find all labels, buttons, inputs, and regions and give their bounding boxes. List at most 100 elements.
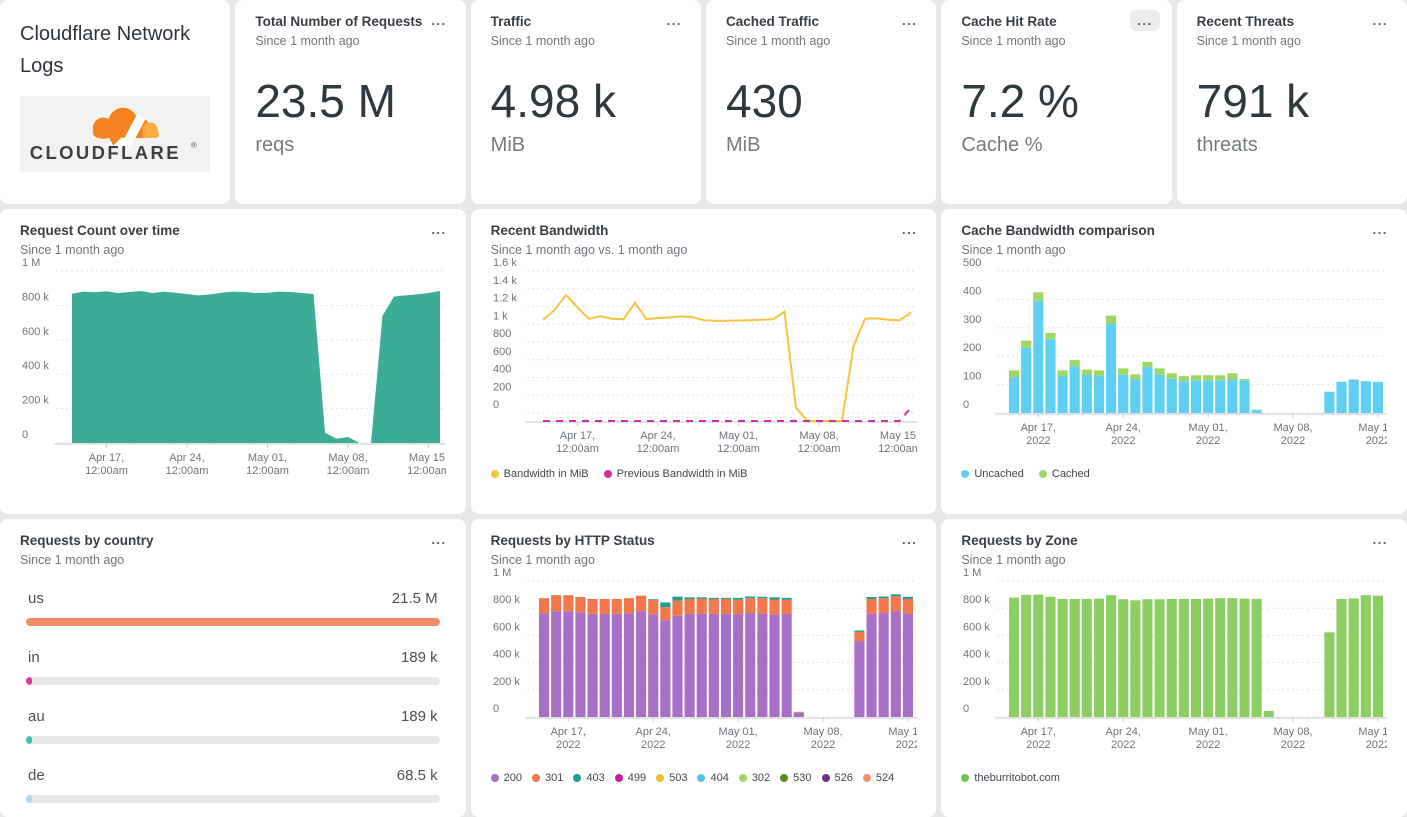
svg-text:1.2 k: 1.2 k [493, 293, 517, 305]
legend-dot-icon [615, 774, 623, 782]
svg-text:200 k: 200 k [22, 395, 49, 407]
svg-text:1.6 k: 1.6 k [493, 257, 517, 269]
bar-segment [1094, 371, 1104, 377]
panel-menu-button[interactable]: ... [424, 10, 453, 31]
legend-item[interactable]: 530 [780, 772, 811, 784]
svg-text:Apr 24,2022: Apr 24,2022 [635, 726, 670, 751]
legend-item[interactable]: 499 [615, 772, 646, 784]
bar-segment [1021, 595, 1031, 717]
legend-item[interactable]: Uncached [961, 468, 1024, 480]
country-label: de [28, 767, 45, 784]
svg-text:May 15,12:00am: May 15,12:00am [878, 430, 917, 455]
panel-menu-button[interactable]: ... [895, 529, 924, 550]
bar-segment [866, 614, 876, 717]
chart-panel-http-status: ... Requests by HTTP Status Since 1 mont… [471, 519, 937, 817]
cache-bandwidth-chart: 5004003002001000Apr 17,2022Apr 24,2022Ma… [961, 257, 1387, 464]
panel-menu-button[interactable]: ... [895, 219, 924, 240]
bar-segment [854, 641, 864, 717]
stat-value: 791 k [1197, 74, 1387, 128]
chart-panel-cache-bandwidth: ... Cache Bandwidth comparison Since 1 m… [941, 209, 1407, 514]
stat-panel-recent-threats: ... Recent Threats Since 1 month ago 791… [1177, 0, 1407, 204]
stat-title: Traffic [491, 14, 681, 31]
legend-item[interactable]: theburritobot.com [961, 772, 1060, 784]
country-label: au [28, 708, 45, 725]
chart-panel-request-count: ... Request Count over time Since 1 mont… [0, 209, 466, 514]
legend-label: Uncached [974, 468, 1024, 480]
bar-segment [1373, 382, 1383, 413]
legend-item[interactable]: 403 [573, 772, 604, 784]
panel-menu-button[interactable]: ... [1366, 529, 1395, 550]
country-bar-fill [26, 736, 32, 744]
svg-text:1 M: 1 M [22, 257, 40, 269]
panel-menu-button[interactable]: ... [895, 10, 924, 31]
country-row-au: au 189 k [26, 708, 440, 744]
legend-item[interactable]: Bandwidth in MiB [491, 468, 589, 480]
bar-segment [1131, 375, 1141, 380]
area-series [72, 291, 440, 443]
stat-unit: Cache % [961, 134, 1151, 157]
http-status-legend: 200 301 403 499 503 404 302 530 526 524 [491, 772, 917, 784]
legend-label: 200 [504, 772, 522, 784]
legend-item[interactable]: 404 [697, 772, 728, 784]
svg-text:800: 800 [493, 328, 511, 340]
panel-menu-button[interactable]: ... [660, 10, 689, 31]
svg-text:May 01,2022: May 01,2022 [1189, 726, 1228, 751]
bar-segment [721, 599, 731, 614]
bar-segment [1046, 597, 1056, 717]
svg-text:May 15,2022: May 15,2022 [1359, 422, 1388, 447]
bar-segment [1179, 381, 1189, 413]
bar-segment [1118, 599, 1128, 717]
legend-dot-icon [863, 774, 871, 782]
panel-menu-button[interactable]: ... [1130, 10, 1159, 31]
bar-segment [660, 620, 670, 717]
bar-segment [672, 600, 682, 615]
bar-segment [648, 599, 658, 600]
legend-item[interactable]: 302 [739, 772, 770, 784]
bar-segment [1131, 380, 1141, 414]
legend-item[interactable]: 503 [656, 772, 687, 784]
stat-unit: MiB [491, 134, 681, 157]
legend-item[interactable]: 526 [822, 772, 853, 784]
svg-text:Apr 17,2022: Apr 17,2022 [550, 726, 585, 751]
bar-segment [1118, 375, 1128, 413]
legend-item[interactable]: Cached [1039, 468, 1090, 480]
bar-segment [1046, 339, 1056, 413]
legend-label: theburritobot.com [974, 772, 1060, 784]
legend-item[interactable]: 524 [863, 772, 894, 784]
panel-menu-button[interactable]: ... [1366, 219, 1395, 240]
country-bar-fill [26, 677, 32, 685]
bar-segment [757, 597, 767, 598]
panel-menu-button[interactable]: ... [424, 529, 453, 550]
chart-title: Requests by HTTP Status [491, 533, 917, 550]
bar-segment [890, 611, 900, 717]
bar-segment [733, 598, 743, 600]
country-value: 189 k [401, 708, 438, 725]
svg-text:May 08,12:00am: May 08,12:00am [797, 430, 840, 455]
cloudflare-logo-graphic: CLOUDFLARE ® [20, 96, 210, 172]
bar-segment [1082, 375, 1092, 413]
request-count-svg: 1 M800 k600 k400 k200 k0Apr 17,12:00amAp… [20, 257, 446, 489]
svg-text:1 M: 1 M [493, 567, 511, 579]
legend-item[interactable]: 301 [532, 772, 563, 784]
bar-segment [708, 599, 718, 614]
panel-menu-button[interactable]: ... [1366, 10, 1395, 31]
svg-text:May 08,12:00am: May 08,12:00am [327, 452, 370, 477]
legend-dot-icon [961, 774, 969, 782]
bar-segment [1337, 382, 1347, 413]
bar-segment [721, 614, 731, 717]
bar-segment [1106, 324, 1116, 413]
bar-segment [1034, 292, 1044, 301]
legend-item[interactable]: Previous Bandwidth in MiB [604, 468, 748, 480]
bar-segment [1070, 599, 1080, 717]
bar-segment [1009, 598, 1019, 717]
chart-title: Cache Bandwidth comparison [961, 223, 1387, 240]
legend-label: 403 [586, 772, 604, 784]
legend-item[interactable]: 200 [491, 772, 522, 784]
chart-title: Recent Bandwidth [491, 223, 917, 240]
country-bar-fill [26, 795, 32, 803]
svg-text:May 08,2022: May 08,2022 [803, 726, 842, 751]
bar-segment [903, 614, 913, 717]
panel-menu-button[interactable]: ... [424, 219, 453, 240]
chart-subtitle: Since 1 month ago [961, 553, 1387, 567]
bar-segment [793, 712, 803, 713]
